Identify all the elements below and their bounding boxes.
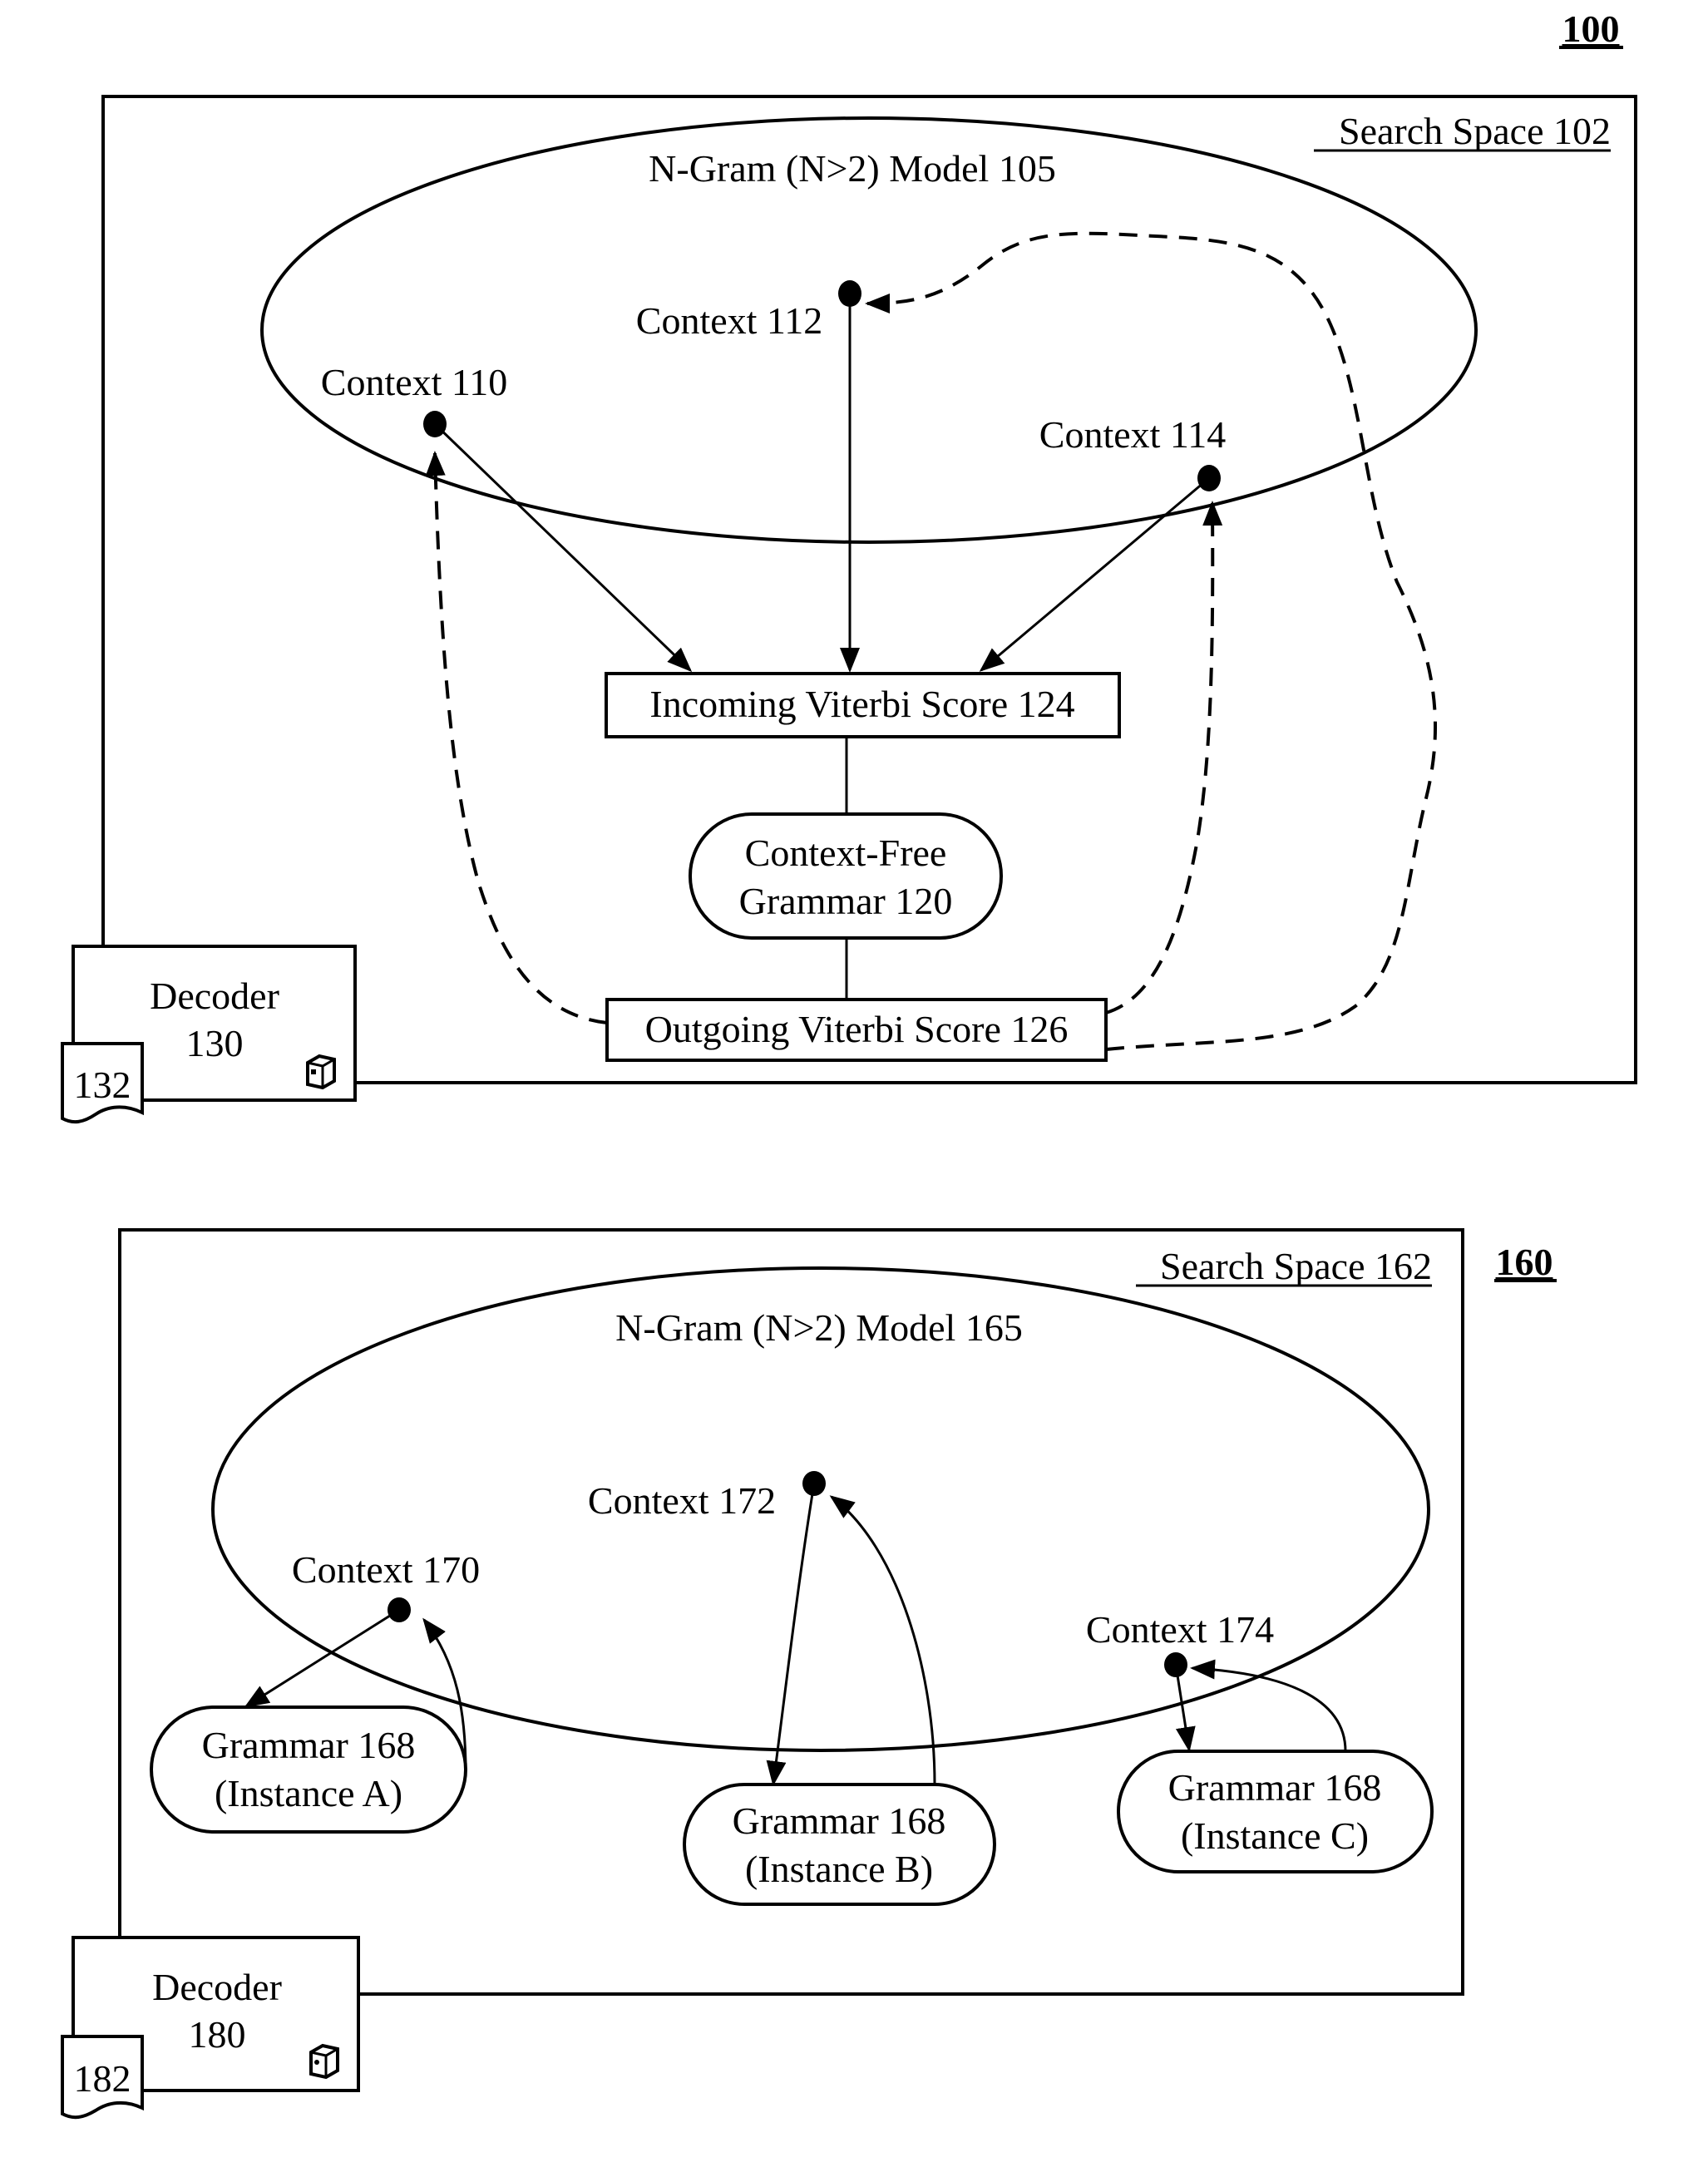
context-170-label: Context 170 (292, 1548, 480, 1591)
computer-tower-icon (306, 1054, 336, 1090)
outgoing-viterbi-score-126-label: Outgoing Viterbi Score 126 (645, 1008, 1069, 1050)
computer-tower-icon (309, 2043, 339, 2080)
context-110-label: Context 110 (321, 361, 507, 403)
grammar-instance-b-line2: (Instance B) (745, 1848, 933, 1890)
document-132-label: 132 (74, 1064, 131, 1106)
incoming-viterbi-score-124-label: Incoming Viterbi Score 124 (649, 683, 1074, 725)
document-132: 132 (61, 1042, 144, 1124)
figure-reference-100: 100 (1562, 7, 1620, 50)
decoder-180-label-line1: Decoder (152, 1966, 282, 2008)
decoder-180-label-line2: 180 (189, 2013, 246, 2056)
decoder-130-label-line2: 130 (186, 1022, 244, 1064)
decoder-130-label-line1: Decoder (150, 975, 279, 1017)
grammar-instance-c-line2: (Instance C) (1181, 1814, 1369, 1857)
grammar-120-label-line1: Context-Free (745, 832, 947, 874)
grammar-instance-a-line2: (Instance A) (215, 1772, 402, 1814)
grammar-instance-a-line1: Grammar 168 (202, 1724, 416, 1766)
grammar-120-label-line2: Grammar 120 (739, 880, 953, 922)
search-space-162-label: Search Space 162 (1160, 1245, 1432, 1287)
document-182-label: 182 (74, 2057, 131, 2100)
search-space-102-label: Search Space 102 (1339, 110, 1611, 152)
context-174-label: Context 174 (1086, 1608, 1274, 1651)
context-112-label: Context 112 (636, 299, 822, 342)
ngram-model-165-label: N-Gram (N>2) Model 165 (615, 1306, 1023, 1349)
patent-figure: 100 Search Space 102 N-Gram (N>2) Model … (61, 7, 1637, 2120)
grammar-instance-b-line1: Grammar 168 (733, 1799, 946, 1842)
figure-100: 100 Search Space 102 N-Gram (N>2) Model … (61, 7, 1637, 1124)
document-182: 182 (61, 2035, 144, 2120)
context-114-label: Context 114 (1039, 413, 1226, 456)
ngram-model-105-label: N-Gram (N>2) Model 105 (649, 147, 1056, 190)
figure-reference-160: 160 (1496, 1241, 1553, 1283)
grammar-instance-c-line1: Grammar 168 (1168, 1766, 1382, 1809)
figure-160: 160 Search Space 162 N-Gram (N>2) Model … (61, 1228, 1557, 2120)
context-172-label: Context 172 (588, 1479, 776, 1522)
